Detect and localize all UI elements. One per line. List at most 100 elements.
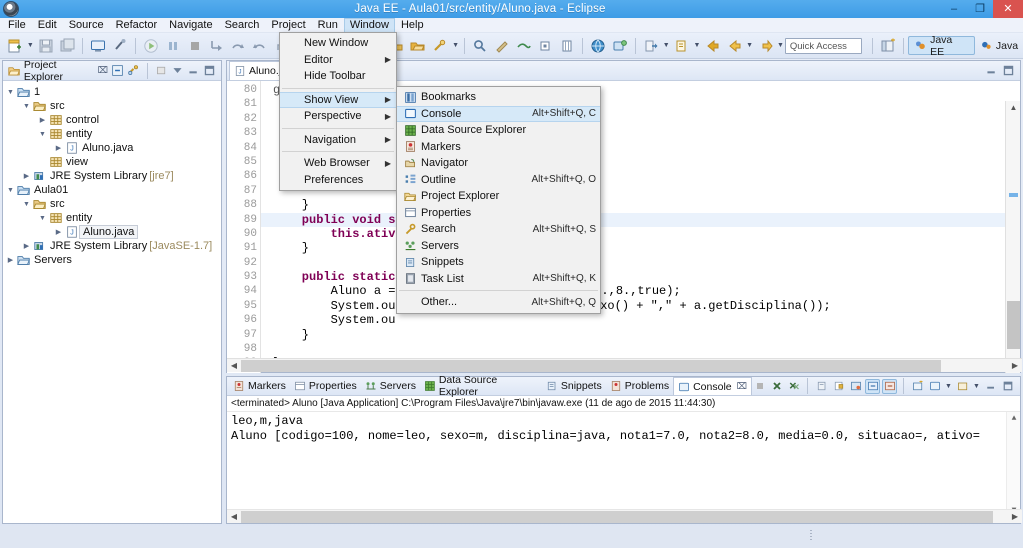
menu-file[interactable]: File xyxy=(2,18,32,33)
menu-item-hide-toolbar[interactable]: Hide Toolbar xyxy=(280,68,396,85)
menu-item-show-view[interactable]: Show View ▶ xyxy=(280,91,396,108)
tab-console[interactable]: Console ⌧ xyxy=(673,377,752,395)
open-web-browser-button[interactable] xyxy=(588,36,608,56)
quick-fix-button[interactable] xyxy=(430,36,450,56)
tree-item[interactable]: ▶ JRE System Library [jre7] xyxy=(5,169,221,183)
menu-item-data-source-explorer[interactable]: Data Source Explorer xyxy=(397,122,600,139)
save-all-button[interactable] xyxy=(58,36,78,56)
scrollbar-thumb[interactable] xyxy=(1007,301,1020,349)
tab-snippets[interactable]: Snippets xyxy=(542,377,606,395)
menu-item-editor[interactable]: Editor ▶ xyxy=(280,52,396,69)
previous-annotation-button[interactable] xyxy=(536,36,556,56)
tree-item[interactable]: view xyxy=(5,155,221,169)
maximize-editor-button[interactable] xyxy=(1002,64,1015,77)
clear-console-button[interactable] xyxy=(814,379,829,394)
open-console-menu-dropdown[interactable]: ▼ xyxy=(972,376,981,396)
twisty-closed-icon[interactable]: ▶ xyxy=(37,116,48,124)
next-edit-position-dropdown[interactable]: ▼ xyxy=(662,36,671,56)
menu-item-navigator[interactable]: Navigator xyxy=(397,155,600,172)
tree-item[interactable]: ▼ src xyxy=(5,99,221,113)
scroll-left-icon[interactable]: ◀ xyxy=(227,510,241,524)
close-button[interactable]: ✕ xyxy=(993,0,1023,18)
tab-servers[interactable]: Servers xyxy=(361,377,420,395)
close-icon[interactable]: ⌧ xyxy=(98,65,108,76)
console-output[interactable]: leo,m,java Aluno [codigo=100, nome=leo, … xyxy=(227,412,1020,517)
toggle-mark-occurrences-button[interactable] xyxy=(557,36,577,56)
tab-properties[interactable]: Properties xyxy=(290,377,361,395)
tab-data-source-explorer[interactable]: Data Source Explorer xyxy=(420,374,542,398)
scrollbar-thumb[interactable] xyxy=(241,360,941,372)
remove-launch-button[interactable] xyxy=(769,379,784,394)
twisty-open-icon[interactable]: ▼ xyxy=(37,215,48,222)
open-console-menu-button[interactable] xyxy=(955,379,970,394)
maximize-console-button[interactable] xyxy=(1000,379,1015,394)
tab-markers[interactable]: Markers xyxy=(229,377,290,395)
menu-item-snippets[interactable]: Snippets xyxy=(397,254,600,271)
editor-horizontal-scrollbar[interactable]: ◀ ▶ xyxy=(227,358,1022,372)
tab-project-explorer[interactable]: Project Explorer ⌧ xyxy=(5,59,111,83)
minimize-view-button[interactable] xyxy=(187,64,200,77)
twisty-open-icon[interactable]: ▼ xyxy=(21,201,32,208)
menu-item-outline[interactable]: Outline Alt+Shift+Q, O xyxy=(397,172,600,189)
menu-refactor[interactable]: Refactor xyxy=(110,18,164,33)
save-button[interactable] xyxy=(36,36,56,56)
menu-edit[interactable]: Edit xyxy=(32,18,63,33)
new-wizard-button[interactable] xyxy=(5,36,25,56)
previous-edit-position-button[interactable] xyxy=(672,36,692,56)
show-console-on-output-button[interactable] xyxy=(848,379,863,394)
scroll-lock-button[interactable] xyxy=(831,379,846,394)
back-button[interactable] xyxy=(702,36,722,56)
menu-item-web-browser[interactable]: Web Browser ▶ xyxy=(280,155,396,172)
next-edit-position-button[interactable] xyxy=(641,36,661,56)
console-vertical-scrollbar[interactable]: ▲ ▼ xyxy=(1006,412,1020,517)
new-console-view-button[interactable] xyxy=(927,379,942,394)
step-over-button[interactable] xyxy=(229,36,249,56)
tree-item[interactable]: ▼ src xyxy=(5,197,221,211)
menu-item-console[interactable]: Console Alt+Shift+Q, C xyxy=(397,105,600,122)
tree-item[interactable]: ▶ JRE System Library [JavaSE-1.7] xyxy=(5,239,221,253)
editor-vertical-scrollbar[interactable]: ▲ ▼ xyxy=(1005,101,1020,373)
new-wizard-dropdown[interactable]: ▼ xyxy=(26,36,35,56)
step-return-button[interactable] xyxy=(250,36,270,56)
last-edit-button[interactable] xyxy=(492,36,512,56)
tree-item[interactable]: ▼ entity xyxy=(5,127,221,141)
tree-item-selected[interactable]: ▶ J Aluno.java xyxy=(5,225,221,239)
menu-item-other[interactable]: Other... Alt+Shift+Q, Q xyxy=(397,294,600,311)
scroll-right-icon[interactable]: ▶ xyxy=(1008,359,1022,373)
new-connection-profile-button[interactable] xyxy=(610,36,630,56)
remove-all-terminated-button[interactable] xyxy=(786,379,801,394)
new-console-view-dropdown[interactable]: ▼ xyxy=(944,376,953,396)
focus-on-active-task-button[interactable] xyxy=(155,64,168,77)
open-terminal-button[interactable] xyxy=(88,36,108,56)
resize-grip[interactable] xyxy=(810,530,812,542)
menu-item-task-list[interactable]: Task List Alt+Shift+Q, K xyxy=(397,271,600,288)
terminate-button[interactable] xyxy=(185,36,205,56)
menu-help[interactable]: Help xyxy=(395,18,430,33)
menu-item-perspective[interactable]: Perspective ▶ xyxy=(280,108,396,125)
tree-item[interactable]: ▶ J Aluno.java xyxy=(5,141,221,155)
tree-item[interactable]: ▼ 1 xyxy=(5,85,221,99)
console-horizontal-scrollbar[interactable]: ◀ ▶ xyxy=(227,509,1022,523)
view-menu-button[interactable] xyxy=(171,64,184,77)
menu-item-preferences[interactable]: Preferences xyxy=(280,172,396,189)
quick-access-input[interactable]: Quick Access xyxy=(784,37,863,54)
twisty-closed-icon[interactable]: ▶ xyxy=(53,228,64,236)
menu-item-servers[interactable]: Servers xyxy=(397,238,600,255)
scroll-left-icon[interactable]: ◀ xyxy=(227,359,241,373)
menu-source[interactable]: Source xyxy=(63,18,110,33)
next-annotation-button[interactable] xyxy=(514,36,534,56)
twisty-closed-icon[interactable]: ▶ xyxy=(21,242,32,250)
twisty-closed-icon[interactable]: ▶ xyxy=(5,256,16,264)
menu-item-new-window[interactable]: New Window xyxy=(280,35,396,52)
open-console-button[interactable] xyxy=(910,379,925,394)
pin-console-button[interactable] xyxy=(865,378,880,394)
suspend-button[interactable] xyxy=(163,36,183,56)
twisty-open-icon[interactable]: ▼ xyxy=(5,187,16,194)
menu-item-project-explorer[interactable]: Project Explorer xyxy=(397,188,600,205)
forward-button[interactable] xyxy=(755,36,775,56)
link-with-editor-button[interactable] xyxy=(127,64,140,77)
scroll-right-icon[interactable]: ▶ xyxy=(1008,510,1022,524)
run-button[interactable] xyxy=(141,36,161,56)
quick-fix-dropdown[interactable]: ▼ xyxy=(451,36,460,56)
perspective-java-ee[interactable]: Java EE xyxy=(908,34,975,58)
